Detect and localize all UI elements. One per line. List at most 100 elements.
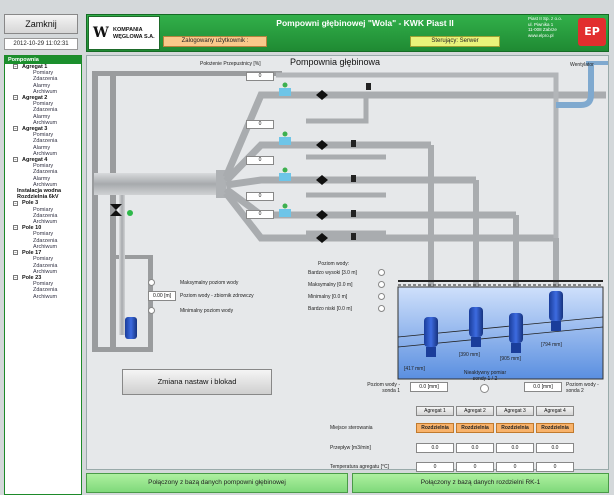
joint-icon [351, 175, 356, 182]
sidebar-item-label: Pole 3 [22, 200, 39, 207]
pump-header-button[interactable]: Agregat 1 [416, 406, 454, 416]
sidebar-item-label: Zdarzenia [33, 138, 58, 145]
sidebar-item-label: Agregat 1 [22, 64, 48, 70]
water-level-max: Maksymalny [0.0 m] [308, 282, 353, 288]
actuator-icon[interactable] [279, 131, 291, 146]
collapse-icon[interactable]: − [13, 274, 18, 280]
control-mode-label: Sterujący: Serwer [410, 36, 500, 47]
shaft-bottom [92, 347, 152, 352]
tree-items: − Agregat 1 Pomiary Zdarzenia Alarmy Archiwum… [5, 64, 81, 300]
control-location-badge: Rozdzielnia [536, 423, 574, 433]
pump-icon[interactable] [469, 307, 483, 347]
depth-tag: [390 mm] [459, 352, 480, 358]
min-level-label: Minimalny poziom wody [180, 308, 234, 314]
fan-pipe-1 [222, 91, 606, 179]
sidebar-item-label: Pole 17 [22, 250, 42, 257]
pump-value-cell: 0.0 [456, 443, 494, 453]
sidebar-item-label: Pomiary [33, 70, 54, 77]
sidebar-item-label: Pole 10 [22, 225, 42, 232]
logged-user-label: Zalogowany użytkownik : [163, 36, 267, 47]
sump-ledge [110, 255, 153, 259]
valve-value-5: 0 [246, 210, 274, 219]
sidebar-item-label: Zdarzenia [33, 76, 58, 83]
collapse-icon[interactable]: − [13, 126, 18, 132]
sidebar-item-label: Zdarzenia [33, 237, 58, 244]
level-indicator-icon [378, 305, 385, 312]
max-level-label: Maksymalny poziom wody [180, 280, 239, 286]
pump-value-cell: 0.0 [536, 443, 574, 453]
depth-tag: [794 mm] [541, 342, 562, 348]
joint-icon [366, 83, 371, 90]
sidebar-item-label: Agregat 2 [22, 95, 48, 102]
sidebar-root[interactable]: Pompownia [5, 56, 81, 64]
control-location-badge: Rozdzielnia [416, 423, 454, 433]
pump-header-button[interactable]: Agregat 4 [536, 406, 574, 416]
sidebar-item-label: Pomiary [33, 163, 54, 170]
shaft-pump-icon[interactable] [125, 317, 137, 339]
sidebar-item-label: Agregat 4 [22, 157, 48, 164]
sidebar-item-label: Zdarzenia [33, 107, 58, 114]
collapse-icon[interactable]: − [13, 250, 18, 256]
change-settings-button[interactable]: Zmiana nastaw i blokad [122, 369, 272, 395]
sidebar-item[interactable]: Archiwum [5, 294, 81, 300]
collapse-icon[interactable]: − [13, 64, 18, 70]
collapse-icon[interactable]: − [13, 200, 18, 206]
sidebar-item-label: Pomiary [33, 206, 54, 213]
actuator-icon[interactable] [279, 82, 291, 97]
sidebar-item-label: Instalacja wodna [17, 188, 62, 195]
sump-right-wall [148, 255, 153, 352]
actuator-icon[interactable] [279, 167, 291, 182]
valve-value-3: 0 [246, 156, 274, 165]
max-level-indicator-icon [148, 279, 155, 286]
pump-header-button[interactable]: Agregat 2 [456, 406, 494, 416]
sidebar-item-label: Alarmy [33, 113, 51, 120]
joint-icon [351, 210, 356, 217]
water-level-min: Minimalny [0.0 m] [308, 294, 348, 300]
level-indicator-icon [378, 269, 385, 276]
sidebar-tree: Pompownia − Agregat 1 Pomiary Zdarzenia Alar… [4, 55, 82, 495]
valve-line-1 [306, 95, 369, 124]
pump-row-label: Temperatura agregatu [°C] [330, 464, 389, 470]
actuator-icon[interactable] [279, 203, 291, 218]
sidebar-item-label: Archiwum [33, 219, 58, 226]
app-window: Zamknij 2012-10-29 11:02:31 Pompownia − A… [0, 0, 614, 495]
pump-header-button[interactable]: Agregat 3 [496, 406, 534, 416]
schematic-title: Pompownia głębinowa [290, 57, 381, 67]
probe-switch[interactable] [480, 384, 489, 393]
pump-icon[interactable] [549, 291, 563, 331]
control-location-badge: Rozdzielnia [496, 423, 534, 433]
throttle-position-label: Położenie Przepustnicy [%] [200, 61, 261, 67]
control-location-badge: Rozdzielnia [456, 423, 494, 433]
collapse-icon[interactable]: − [13, 225, 18, 231]
datetime-display: 2012-10-29 11:02:31 [4, 38, 78, 50]
shaft-left-wall [92, 71, 98, 351]
close-button[interactable]: Zamknij [4, 14, 78, 34]
collapse-icon[interactable]: − [13, 95, 18, 101]
depth-tag: [417 mm] [404, 366, 425, 372]
pump-value-cell: 0 [456, 462, 494, 472]
sidebar-item-label: Pomiary [33, 231, 54, 238]
status-db-pump: Połączony z bazą danych pompowni głębino… [86, 473, 348, 493]
sidebar-item-label: Archiwum [33, 119, 58, 126]
collapse-icon[interactable]: − [13, 157, 18, 163]
status-db-switchgear: Połączony z bazą danych rozdzielni RK-1 [352, 473, 609, 493]
sidebar-item-label: Alarmy [33, 144, 51, 151]
min-level-indicator-icon [148, 307, 155, 314]
pump-value-cell: 0 [496, 462, 534, 472]
pump-icon[interactable] [509, 313, 523, 353]
level-indicator-icon [378, 293, 385, 300]
sidebar-item-label: Archiwum [33, 181, 58, 188]
sidebar-item-label: Pomiary [33, 281, 54, 288]
sidebar-item-label: Archiwum [33, 88, 58, 95]
pump-value-cell: 0.0 [416, 443, 454, 453]
company-info-line: www.elpro.pl [528, 32, 554, 38]
company-name: KOMPANIA WĘGLOWA S.A. [113, 27, 155, 40]
company-info: Piast II Sp. z o.o. ul. Piwnika 1 11-008… [528, 16, 572, 38]
joint-icon [351, 233, 356, 240]
pump-icon[interactable] [424, 317, 438, 357]
valve-value-2: 0 [246, 120, 274, 129]
sidebar-item-label: Zdarzenia [33, 287, 58, 294]
sidebar-item-label: Pole 23 [22, 274, 42, 281]
app-title: Pompowni głębinowej "Wola" - KWK Piast I… [276, 18, 454, 28]
probe-right-label: Poziom wody - sonda 2 [566, 382, 599, 394]
